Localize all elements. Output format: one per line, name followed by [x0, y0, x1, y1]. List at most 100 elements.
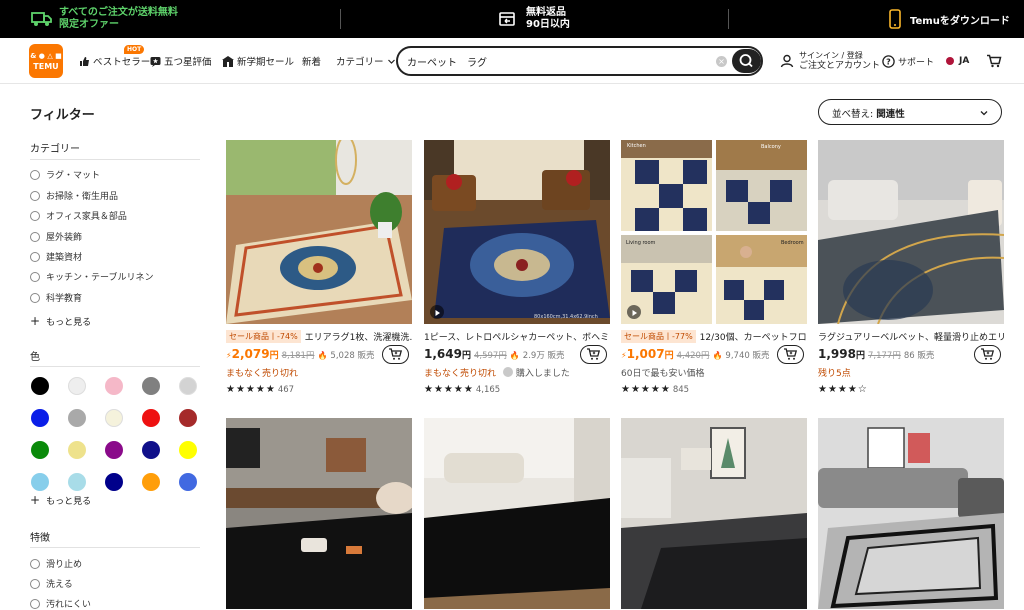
color-swatch[interactable]: [31, 377, 49, 395]
feature-label: 滑り止め: [46, 560, 83, 570]
color-swatch[interactable]: [31, 409, 49, 427]
category-more-button[interactable]: + もっと見る: [30, 314, 91, 328]
nav-five-star[interactable]: 五つ星評価: [150, 38, 212, 84]
category-option[interactable]: オフィス家具＆部品: [30, 209, 127, 222]
category-label: ラグ・マット: [46, 171, 101, 181]
nav-five-star-label: 五つ星評価: [164, 57, 212, 68]
download-text: Temuをダウンロード: [910, 15, 1010, 27]
app-download-promo[interactable]: Temuをダウンロード: [888, 0, 1010, 38]
divider: [30, 547, 200, 548]
signin-label: サインイン / 登録: [799, 51, 863, 60]
language-selector[interactable]: JA: [946, 38, 969, 84]
color-swatch[interactable]: [142, 409, 160, 427]
clear-search-icon[interactable]: ×: [716, 56, 727, 67]
cart-icon: [987, 54, 1002, 68]
radio-button[interactable]: [30, 190, 40, 201]
svg-text:?: ?: [886, 57, 891, 66]
product-image[interactable]: 80x160cm,31.4x62.9inch: [424, 140, 610, 324]
free-shipping-promo[interactable]: すべてのご注文が送料無料 限定オファー: [31, 0, 178, 38]
feature-option[interactable]: 汚れにくい: [30, 597, 91, 610]
category-option[interactable]: 建築資材: [30, 250, 82, 263]
temu-logo[interactable]: & ● △ ■ TEMU: [29, 44, 63, 78]
product-image[interactable]: Kitchen Balcony Living room Bedroom: [621, 140, 807, 324]
star-rating: ★★★★★ 467: [226, 384, 295, 395]
color-swatch[interactable]: [142, 441, 160, 459]
free-returns-promo[interactable]: 無料返品 90日以内: [498, 0, 570, 38]
nav-categories[interactable]: カテゴリー: [336, 38, 399, 84]
add-to-cart-button[interactable]: [382, 345, 409, 364]
search-bar[interactable]: カーペット ラグ ×: [396, 46, 763, 76]
color-swatch[interactable]: [105, 409, 123, 427]
support-link[interactable]: ? サポート: [882, 38, 934, 84]
color-swatch[interactable]: [105, 473, 123, 491]
category-option[interactable]: ラグ・マット: [30, 168, 100, 181]
image-size-caption: 80x160cm,31.4x62.9inch: [534, 314, 598, 320]
category-option[interactable]: 屋外装飾: [30, 230, 82, 243]
category-option[interactable]: お掃除・衛生用品: [30, 189, 118, 202]
feature-option[interactable]: 滑り止め: [30, 557, 82, 570]
product-title[interactable]: セール商品丨-77% 12/30個、カーペットフロア…: [621, 330, 807, 343]
color-swatch[interactable]: [31, 441, 49, 459]
search-input[interactable]: カーペット ラグ: [407, 54, 487, 69]
nav-new-arrivals[interactable]: 新着: [302, 38, 321, 84]
nav-back-to-school[interactable]: 新学期セール: [222, 38, 294, 84]
radio-button[interactable]: [30, 210, 40, 221]
feature-label: 汚れにくい: [46, 600, 91, 610]
product-title[interactable]: セール商品丨-74% エリアラグ1枚、洗濯機洗…: [226, 330, 412, 343]
add-to-cart-button[interactable]: [777, 345, 804, 364]
radio-button[interactable]: [30, 271, 40, 282]
color-swatch[interactable]: [68, 377, 86, 395]
radio-button[interactable]: [30, 231, 40, 242]
product-title-text: ラグジュアリーベルベット、軽量滑り止めエリア…: [818, 333, 1004, 343]
add-to-cart-button[interactable]: [580, 345, 607, 364]
product-image[interactable]: [818, 418, 1004, 609]
radio-button[interactable]: [30, 598, 40, 609]
color-swatch[interactable]: [179, 377, 197, 395]
color-more-button[interactable]: + もっと見る: [30, 493, 91, 507]
category-option[interactable]: 科学教育: [30, 291, 82, 304]
color-swatch[interactable]: [179, 409, 197, 427]
radio-button[interactable]: [30, 558, 40, 569]
product-title-text: 12/30個、カーペットフロア…: [699, 333, 807, 343]
product-image[interactable]: [818, 140, 1004, 324]
account-label: ご注文とアカウント: [799, 61, 881, 71]
color-swatch[interactable]: [68, 409, 86, 427]
promo-bar: すべてのご注文が送料無料 限定オファー 無料返品 90日以内 Temuをダウンロ…: [0, 0, 1024, 38]
search-button[interactable]: [732, 49, 761, 73]
flame-icon: 🔥: [317, 351, 328, 360]
cart-button[interactable]: [986, 38, 1005, 84]
radio-button[interactable]: [30, 251, 40, 262]
color-swatch[interactable]: [142, 473, 160, 491]
account-menu[interactable]: サインイン / 登録 ご注文とアカウント: [780, 38, 880, 84]
feature-option[interactable]: 洗える: [30, 577, 73, 590]
category-label: キッチン・テーブルリネン: [46, 273, 154, 283]
color-swatch[interactable]: [68, 441, 86, 459]
user-icon: [780, 54, 794, 68]
category-option[interactable]: キッチン・テーブルリネン: [30, 270, 153, 283]
product-image[interactable]: [424, 418, 610, 609]
radio-button[interactable]: [30, 292, 40, 303]
product-image[interactable]: [226, 418, 412, 609]
product-image[interactable]: [226, 140, 412, 324]
color-swatch[interactable]: [179, 473, 197, 491]
color-swatch[interactable]: [31, 473, 49, 491]
sort-dropdown[interactable]: 並べ替え: 関連性: [818, 99, 1002, 125]
color-swatch[interactable]: [142, 377, 160, 395]
color-swatch[interactable]: [105, 441, 123, 459]
radio-button[interactable]: [30, 169, 40, 180]
category-label: 科学教育: [46, 294, 83, 304]
nav-new-arrivals-label: 新着: [302, 57, 322, 68]
divider: [30, 159, 200, 160]
video-play-icon[interactable]: [627, 305, 641, 319]
color-swatch[interactable]: [68, 473, 86, 491]
product-title[interactable]: 1ピース、レトロペルシャカーペット、ボヘミアンリ…: [424, 330, 610, 343]
color-swatch[interactable]: [179, 441, 197, 459]
sort-value: 関連性: [876, 109, 905, 120]
add-to-cart-button[interactable]: [974, 345, 1001, 364]
radio-button[interactable]: [30, 578, 40, 589]
cart-plus-icon: [389, 348, 403, 360]
color-swatch[interactable]: [105, 377, 123, 395]
video-play-icon[interactable]: [430, 305, 444, 319]
product-image[interactable]: [621, 418, 807, 609]
product-title[interactable]: ラグジュアリーベルベット、軽量滑り止めエリア…: [818, 330, 1004, 343]
